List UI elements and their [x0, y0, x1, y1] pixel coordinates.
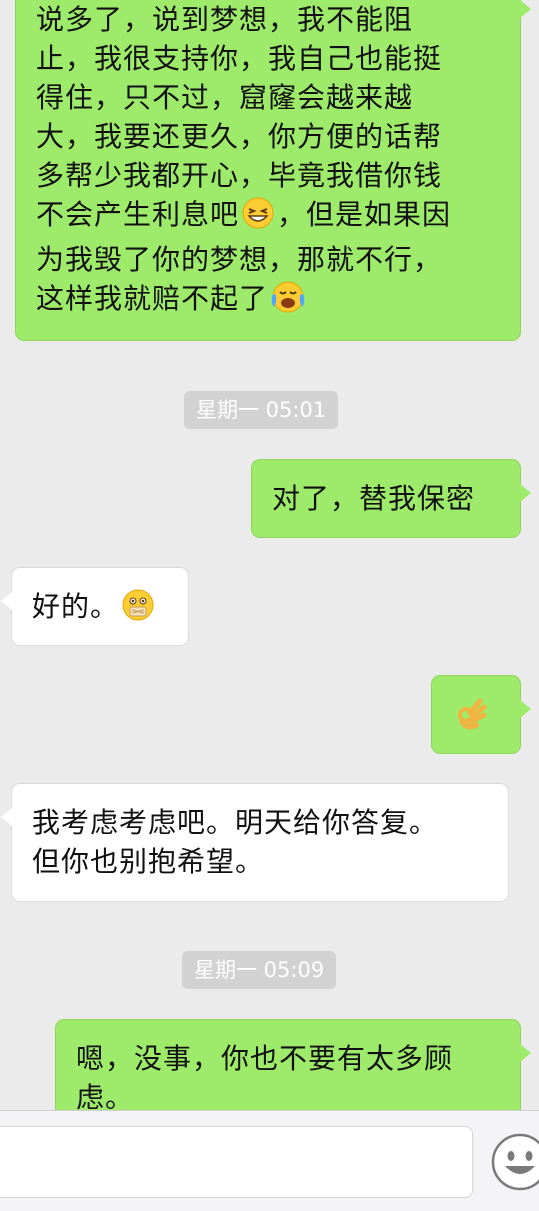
chat-message-list[interactable]: 说多了，说到梦想，我不能阻 止，我很支持你，我自己也能挺 得住，只不过，窟窿会越… — [0, 0, 539, 1110]
message-bubble-sent[interactable] — [431, 675, 531, 754]
loudly-crying-face-icon — [270, 280, 306, 324]
timestamp: 星期一 05:09 — [182, 951, 337, 989]
grinning-squinting-face-icon — [241, 196, 275, 240]
message-bubble-received[interactable]: 我考虑考虑吧。明天给你答复。 但你也别抱希望。 — [1, 783, 509, 902]
message-text-line: 但你也别抱希望。 — [32, 845, 265, 878]
input-toolbar — [0, 1110, 539, 1211]
message-text-line: 为我毁了你的梦想，那就不行， — [36, 243, 443, 276]
message-text-line: 我考虑考虑吧。明天给你答复。 — [32, 806, 439, 839]
message-text-line: 多帮少我都开心，毕竟我借你钱 — [36, 159, 443, 192]
message-bubble-sent[interactable]: 嗯，没事，你也不要有太多顾 虑。 — [55, 1019, 531, 1110]
message-input[interactable] — [0, 1126, 473, 1198]
zipper-mouth-face-icon — [121, 588, 155, 632]
smiley-face-icon[interactable] — [490, 1132, 539, 1192]
ok-hand-icon — [454, 695, 490, 741]
message-text-line: 止，我很支持你，我自己也能挺 — [36, 42, 443, 75]
message-bubble-received[interactable]: 好的。 — [1, 567, 189, 646]
message-text-line: 这样我就赔不起了 — [36, 279, 500, 324]
message-text: 对了，替我保密 — [272, 482, 476, 515]
message-text-line: 说多了，说到梦想，我不能阻 — [36, 3, 414, 36]
message-text-line: 得住，只不过，窟窿会越来越 — [36, 81, 414, 114]
message-text-line: 嗯，没事，你也不要有太多顾 — [76, 1042, 454, 1075]
message-bubble-sent[interactable]: 说多了，说到梦想，我不能阻 止，我很支持你，我自己也能挺 得住，只不过，窟窿会越… — [15, 0, 531, 341]
timestamp: 星期一 05:01 — [184, 391, 339, 429]
message-text-line: 大，我要还更久，你方便的话帮 — [36, 120, 443, 153]
message-bubble-sent[interactable]: 对了，替我保密 — [251, 459, 531, 538]
message-text-line: 不会产生利息吧 ，但是如果因 — [36, 195, 500, 240]
message-text-line: 虑。 — [76, 1081, 135, 1110]
message-text: 好的。 — [32, 590, 120, 623]
